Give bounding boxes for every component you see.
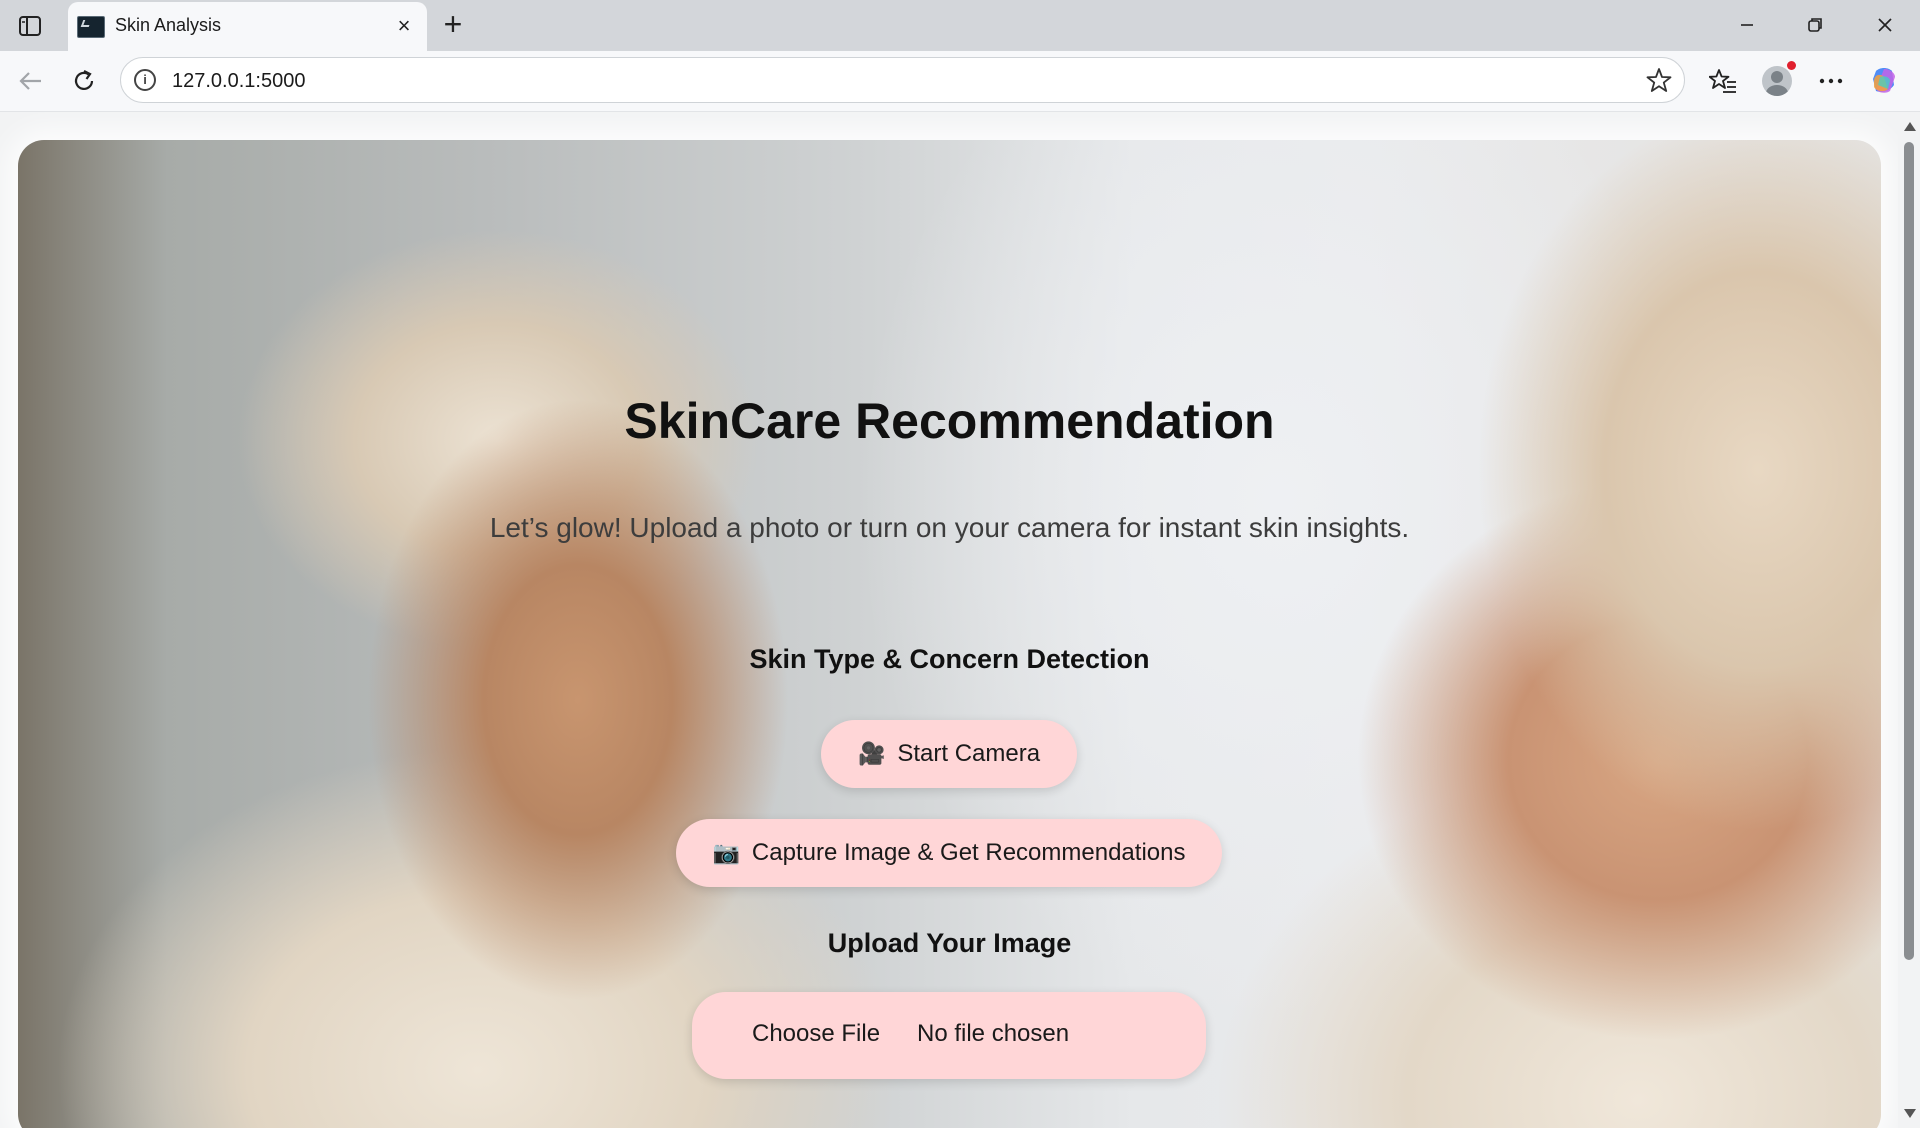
hero-content: SkinCare Recommendation Let’s glow! Uplo… xyxy=(18,140,1881,1128)
url-text[interactable]: 127.0.0.1:5000 xyxy=(172,70,305,93)
address-bar[interactable]: i 127.0.0.1:5000 xyxy=(120,57,1685,103)
minimize-icon[interactable] xyxy=(1724,10,1770,40)
scroll-up-icon[interactable] xyxy=(1904,122,1916,131)
page-subtitle: Let’s glow! Upload a photo or turn on yo… xyxy=(489,512,1410,543)
close-tab-icon[interactable]: × xyxy=(393,15,415,37)
upload-heading: Upload Your Image xyxy=(827,928,1072,958)
notification-dot-icon xyxy=(1787,61,1796,70)
back-arrow-icon[interactable] xyxy=(13,64,47,98)
more-options-icon[interactable] xyxy=(1814,64,1848,98)
favorites-icon[interactable] xyxy=(1706,64,1740,98)
tab-strip: Skin Analysis × + xyxy=(0,0,1920,51)
tab-title: Skin Analysis xyxy=(115,15,222,35)
start-camera-button[interactable]: 🎥 Start Camera xyxy=(821,720,1077,788)
detection-heading: Skin Type & Concern Detection xyxy=(749,644,1150,674)
avatar xyxy=(1762,66,1792,96)
start-camera-label: Start Camera xyxy=(897,740,1041,767)
browser-toolbar: i 127.0.0.1:5000 xyxy=(0,51,1920,112)
terminal-icon xyxy=(77,16,105,38)
scroll-thumb[interactable] xyxy=(1904,142,1914,960)
close-window-icon[interactable] xyxy=(1862,10,1908,40)
camera-icon: 📷 xyxy=(712,840,740,865)
scroll-down-icon[interactable] xyxy=(1904,1109,1916,1118)
reload-icon[interactable] xyxy=(67,64,101,98)
sidebar-toggle-icon[interactable] xyxy=(16,13,44,39)
copilot-icon[interactable] xyxy=(1867,64,1901,98)
capture-label: Capture Image & Get Recommendations xyxy=(751,839,1186,866)
page-title: SkinCare Recommendation xyxy=(624,393,1275,449)
site-info-icon[interactable]: i xyxy=(134,69,156,91)
vertical-scrollbar[interactable] xyxy=(1898,112,1920,1128)
page-viewport: SkinCare Recommendation Let’s glow! Uplo… xyxy=(0,112,1920,1128)
favorite-star-icon[interactable] xyxy=(1646,67,1672,93)
restore-icon[interactable] xyxy=(1792,10,1838,40)
capture-recommend-button[interactable]: 📷 Capture Image & Get Recommendations xyxy=(676,819,1222,887)
video-camera-icon: 🎥 xyxy=(857,741,886,766)
profile-avatar-icon[interactable] xyxy=(1760,61,1796,98)
browser-tab[interactable]: Skin Analysis × xyxy=(68,2,427,51)
new-tab-icon[interactable]: + xyxy=(438,8,468,40)
file-status-text: No file chosen xyxy=(917,1020,1070,1047)
file-upload-input[interactable]: Choose File No file chosen xyxy=(692,992,1206,1079)
hero-background: SkinCare Recommendation Let’s glow! Uplo… xyxy=(18,140,1881,1128)
choose-file-button[interactable]: Choose File xyxy=(752,1020,880,1048)
